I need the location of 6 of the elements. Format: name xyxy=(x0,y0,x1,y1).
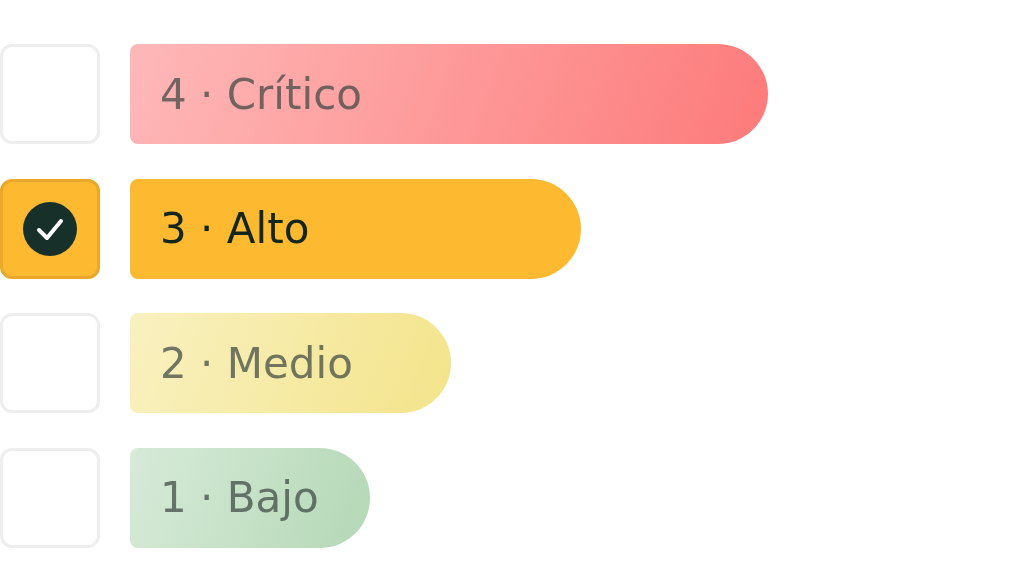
checkbox[interactable] xyxy=(0,178,100,279)
severity-label: 4 · Crítico xyxy=(130,44,768,144)
severity-label: 2 · Medio xyxy=(130,313,451,413)
checkmark-icon xyxy=(22,200,78,257)
severity-label: 1 · Bajo xyxy=(130,447,370,548)
severity-label: 3 · Alto xyxy=(130,178,581,279)
